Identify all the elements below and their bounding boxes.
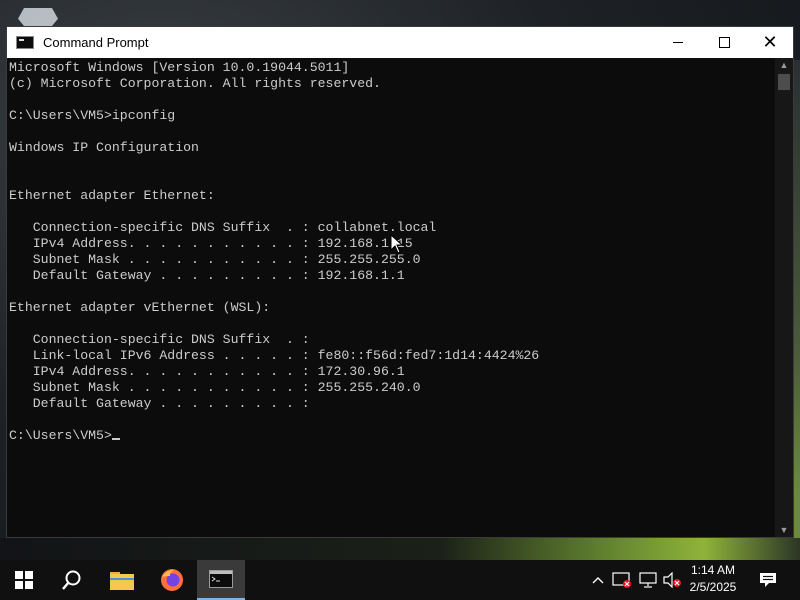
- console-output[interactable]: Microsoft Windows [Version 10.0.19044.50…: [7, 58, 775, 537]
- command-prompt-window[interactable]: Command Prompt ✕ Microsoft Windows [Vers…: [6, 26, 794, 538]
- firefox-icon: [161, 569, 183, 591]
- console-line: (c) Microsoft Corporation. All rights re…: [9, 76, 381, 91]
- minimize-button[interactable]: [655, 27, 701, 58]
- desktop-wallpaper-strip: [0, 538, 800, 560]
- windows-start-icon: [15, 571, 33, 589]
- console-line: IPv4 Address. . . . . . . . . . . : 192.…: [9, 236, 413, 251]
- minimize-icon: [673, 42, 683, 43]
- action-center-button[interactable]: [754, 560, 782, 600]
- console-line: Subnet Mask . . . . . . . . . . . : 255.…: [9, 252, 421, 267]
- window-title: Command Prompt: [43, 35, 149, 50]
- console-line: Ethernet adapter vEthernet (WSL):: [9, 300, 271, 315]
- volume-muted-icon: [663, 572, 681, 588]
- notification-icon: [760, 573, 776, 587]
- console-line: Default Gateway . . . . . . . . . : 192.…: [9, 268, 405, 283]
- start-button[interactable]: [0, 560, 48, 600]
- console-line: Microsoft Windows [Version 10.0.19044.50…: [9, 60, 350, 75]
- file-explorer-button[interactable]: [98, 560, 146, 600]
- command-prompt-icon: [209, 570, 233, 588]
- maximize-icon: [718, 37, 730, 48]
- console-prompt: C:\Users\VM5>: [9, 428, 112, 443]
- console-line: Ethernet adapter Ethernet:: [9, 188, 215, 203]
- command-prompt-app-icon[interactable]: [16, 36, 34, 49]
- console-line: Windows IP Configuration: [9, 140, 199, 155]
- console-line: C:\Users\VM5>ipconfig: [9, 108, 176, 123]
- security-icon: [612, 572, 631, 588]
- console-line: Link-local IPv6 Address . . . . . : fe80…: [9, 348, 540, 363]
- title-bar[interactable]: Command Prompt ✕: [7, 27, 793, 58]
- vertical-scrollbar[interactable]: ▲ ▼: [775, 58, 793, 537]
- security-tray-button[interactable]: [610, 560, 634, 600]
- console-line: Connection-specific DNS Suffix . :: [9, 332, 310, 347]
- network-tray-button[interactable]: [636, 560, 660, 600]
- network-icon: [639, 572, 657, 588]
- firefox-button[interactable]: [148, 560, 196, 600]
- scrollbar-thumb[interactable]: [778, 74, 790, 90]
- search-icon: [62, 570, 81, 590]
- clock-date: 2/5/2025: [689, 580, 737, 594]
- text-cursor: [111, 438, 120, 440]
- clock-time: 1:14 AM: [690, 563, 736, 577]
- command-prompt-taskbar-button[interactable]: [197, 560, 245, 600]
- scroll-down-arrow-icon[interactable]: ▼: [775, 523, 793, 537]
- search-button[interactable]: [48, 560, 96, 600]
- scroll-up-arrow-icon[interactable]: ▲: [775, 58, 793, 72]
- close-icon: ✕: [762, 31, 778, 53]
- desktop-shortcut-icon[interactable]: [18, 8, 58, 26]
- file-explorer-icon: [110, 572, 134, 590]
- console-line: IPv4 Address. . . . . . . . . . . : 172.…: [9, 364, 405, 379]
- close-button[interactable]: ✕: [747, 27, 793, 58]
- window-controls: ✕: [655, 27, 793, 58]
- console-line: Subnet Mask . . . . . . . . . . . : 255.…: [9, 380, 421, 395]
- maximize-button[interactable]: [701, 27, 747, 58]
- console-line: Connection-specific DNS Suffix . : colla…: [9, 220, 437, 235]
- mouse-pointer-icon: [390, 234, 404, 254]
- console-line: Default Gateway . . . . . . . . . :: [9, 396, 310, 411]
- taskbar-clock[interactable]: 1:14 AM 2/5/2025: [680, 562, 746, 598]
- chevron-up-icon: [592, 577, 604, 584]
- taskbar: 1:14 AM 2/5/2025: [0, 560, 800, 600]
- show-hidden-icons-button[interactable]: [588, 560, 608, 600]
